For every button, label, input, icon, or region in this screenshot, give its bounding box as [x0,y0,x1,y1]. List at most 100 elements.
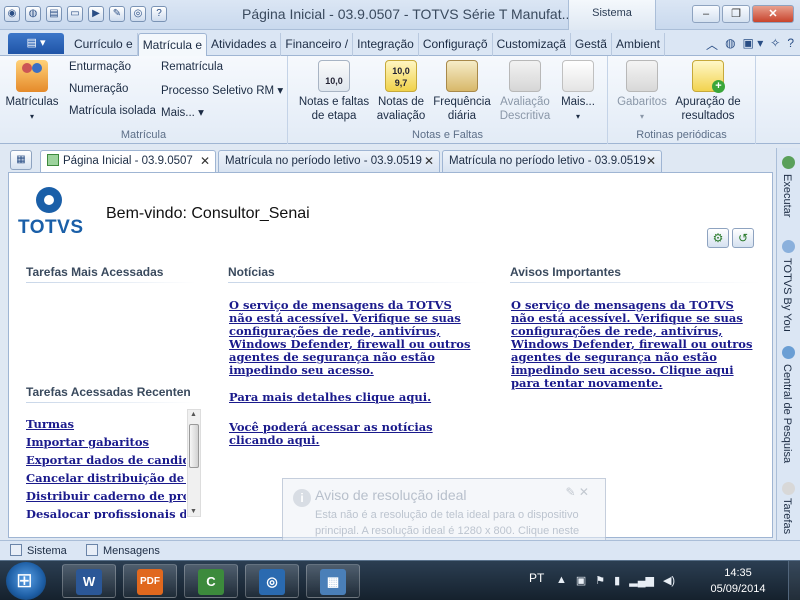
close-tab-icon[interactable]: ✕ [424,151,434,171]
ribbon-tab-8[interactable]: Ambient [612,33,665,56]
clock[interactable]: 14:35 05/09/2014 [700,565,776,597]
apuracao-resultados-button[interactable]: + Apuração de resultados [674,60,742,123]
side-central-pesquisa[interactable]: Central de Pesquisa [781,364,793,463]
group-label-matricula: Matrícula [120,129,167,141]
notas-avaliacao-button[interactable]: 10,0 9,7 Notas de avaliação [374,60,428,123]
ribbon-tab-0[interactable]: Currículo e [70,33,138,56]
system-icon [10,544,22,556]
globe-icon [782,346,795,359]
tools-icon[interactable]: ✎ [109,6,125,22]
group-label-rotinas: Rotinas periódicas [636,129,727,141]
recent-task-link[interactable]: Cancelar distribuição de cad [26,469,186,487]
close-button[interactable]: ✕ [752,5,794,23]
recent-task-link[interactable]: Distribuir caderno de prova [26,487,186,505]
scroll-down-icon[interactable]: ▼ [190,508,197,515]
app-logo-icon[interactable]: ◉ [4,6,20,22]
notas-faltas-etapa-button[interactable]: 10,0 Notas e faltas de etapa [296,60,372,123]
info-icon: i [293,489,311,507]
flag-icon[interactable]: ⚑ [595,574,605,587]
status-mensagens[interactable]: Mensagens [86,544,160,557]
frequencia-diaria-button[interactable]: Frequência diária [432,60,492,123]
run-icon[interactable]: ▶ [88,6,104,22]
title-bar: ◉ ◍ ▤ ▭ ▶ ✎ ◎ ? Página Inicial - 03.9.05… [0,0,800,30]
globe-icon[interactable]: ◍ [725,36,735,53]
taskbar-totvs[interactable]: ◎ [245,564,299,598]
numeracao-button[interactable]: Numeração [69,83,128,95]
taskbar-word[interactable]: W [62,564,116,598]
pdf-icon: PDF [137,569,163,595]
side-tarefas[interactable]: Tarefas [781,498,793,534]
taskbar-pdf[interactable]: PDF [123,564,177,598]
ribbon-tab-bar: ▤ ▾ Currículo e Matrícula e Atividades a Fi… [0,30,800,56]
recent-task-link[interactable]: Desalocar profissionais dos l [26,505,186,519]
matricula-isolada-button[interactable]: Matrícula isolada [69,105,156,117]
recorder-icon: C [198,569,224,595]
totvs-logo: TOTVS [18,187,83,241]
doc-tab-matricula-2[interactable]: Matrícula no período letivo - 03.9.0519 … [442,150,662,172]
volume-icon[interactable]: ◀) [663,574,675,587]
language-indicator[interactable]: PT [529,571,544,585]
ribbon-tab-5[interactable]: Configuraçõ [419,33,493,56]
ribbon-tab-6[interactable]: Customizaçã [493,33,571,56]
gabaritos-button[interactable]: Gabaritos ▾ [614,60,670,124]
layout-icon[interactable]: ▣ ▾ [743,36,764,53]
status-bar: Sistema Mensagens [0,540,800,560]
scroll-up-icon[interactable]: ▲ [190,411,197,418]
enturmacao-button[interactable]: Enturmação [69,61,131,73]
toast-close-icon[interactable]: ✎ ✕ [566,485,589,499]
refresh-icon[interactable]: ↺ [732,228,754,248]
network-icon[interactable]: ▣ [576,574,586,587]
noticias-access-link[interactable]: Você poderá acessar as notícias clicando… [229,421,479,447]
close-tab-icon[interactable]: ✕ [200,151,210,171]
lightbulb-icon[interactable]: ✧ [770,36,780,53]
configure-icon[interactable]: ⚙ [707,228,729,248]
caret-up-icon[interactable]: ︿ [706,36,718,53]
doc-tab-matricula-1[interactable]: Matrícula no período letivo - 03.9.0519 … [218,150,440,172]
minimize-button[interactable]: – [692,5,720,23]
side-totvs-by-you[interactable]: TOTVS By You [781,258,793,332]
grade-icon: 10,0 9,7 [385,60,417,92]
processo-seletivo-button[interactable]: Processo Seletivo RM ▾ [161,83,283,97]
side-panel: Executar TOTVS By You Central de Pesquis… [776,148,800,540]
context-tab-sistema[interactable]: Sistema [568,0,656,30]
taskbar-camtasia[interactable]: C [184,564,238,598]
ribbon-tab-1[interactable]: Matrícula e [137,33,208,56]
save-icon[interactable]: ▤ [46,6,62,22]
noticias-details-link[interactable]: Para mais detalhes clique aqui. [229,391,479,404]
ribbon-tab-7[interactable]: Gestã [571,33,612,56]
status-sistema[interactable]: Sistema [10,544,67,557]
doc-tab-pagina-inicial[interactable]: Página Inicial - 03.9.0507 ✕ [40,150,216,172]
window-list-icon[interactable]: ▦ [10,150,32,170]
windows-taskbar: W PDF C ◎ ▦ PT ▲ ▣ ⚑ ▮ ▂▄▆ ◀) 14:35 05/0… [0,560,800,600]
avaliacao-descritiva-button[interactable]: Avaliação Descritiva [494,60,556,123]
show-desktop-button[interactable] [788,561,800,600]
mais-matricula-button[interactable]: Mais... ▾ [161,105,204,119]
application-menu-button[interactable]: ▤ ▾ [8,33,64,54]
web-icon[interactable]: ◎ [130,6,146,22]
mais-notas-button[interactable]: Mais... ▾ [558,60,598,124]
noticias-message-link[interactable]: O serviço de mensagens da TOTVS não está… [229,299,479,377]
recent-tasks-scrollbar[interactable]: ▲ ▼ [187,409,201,517]
power-icon[interactable]: ▮ [614,574,620,587]
maximize-button[interactable]: ❐ [722,5,750,23]
matriculas-button[interactable]: Matrículas ▾ [4,60,60,124]
start-button[interactable] [6,562,46,600]
recent-task-link[interactable]: Turmas [26,415,186,433]
help-icon[interactable]: ? [151,6,167,22]
recent-task-link[interactable]: Importar gabaritos [26,433,186,451]
taskbar-app5[interactable]: ▦ [306,564,360,598]
signal-icon[interactable]: ▂▄▆ [629,574,654,587]
avisos-message-link[interactable]: O serviço de mensagens da TOTVS não está… [511,299,761,390]
globe-icon[interactable]: ◍ [25,6,41,22]
close-tab-icon[interactable]: ✕ [646,151,656,171]
recent-task-link[interactable]: Exportar dados de candidato [26,451,186,469]
help-icon[interactable]: ? [787,36,794,53]
rematricula-button[interactable]: Rematrícula [161,61,223,73]
tray-expand-icon[interactable]: ▲ [556,574,567,587]
side-executar[interactable]: Executar [781,174,793,217]
window-icon[interactable]: ▭ [67,6,83,22]
ribbon-tab-4[interactable]: Integração [353,33,419,56]
ribbon-tab-2[interactable]: Atividades a [207,33,282,56]
ribbon-tab-3[interactable]: Financeiro / [281,33,354,56]
window-app-icon: ▦ [320,569,346,595]
